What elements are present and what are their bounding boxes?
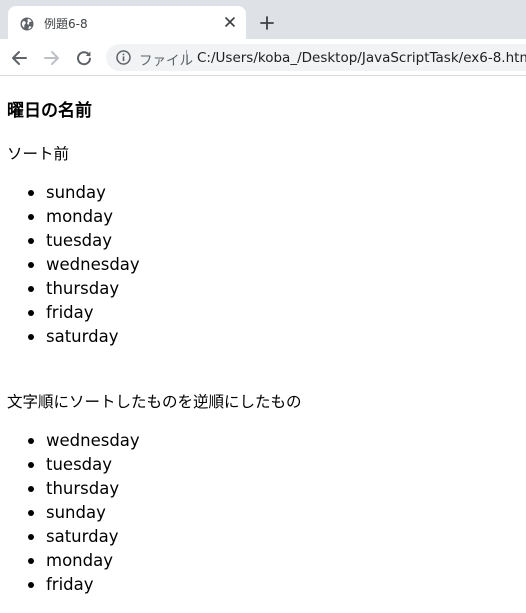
list-item: sunday (0, 501, 140, 525)
page-content: 曜日の名前 ソート前 sunday monday tuesday wednesd… (0, 76, 526, 613)
after-sort-list: wednesday tuesday thursday sunday saturd… (0, 429, 140, 597)
reload-icon[interactable] (74, 48, 94, 68)
list-item: monday (0, 205, 140, 229)
site-info-label[interactable]: ファイル (139, 49, 193, 69)
address-separator (186, 50, 187, 65)
arrow-right-icon[interactable] (42, 48, 62, 68)
list-item: monday (0, 549, 140, 573)
before-sort-list: sunday monday tuesday wednesday thursday… (0, 181, 140, 349)
tab-strip: 例題6-8 (0, 0, 526, 39)
plus-icon[interactable] (258, 14, 276, 32)
list-item: saturday (0, 325, 140, 349)
address-bar[interactable]: ファイル C:/Users/koba_/Desktop/JavaScriptTa… (106, 44, 526, 71)
list-item: thursday (0, 277, 140, 301)
browser-tab[interactable]: 例題6-8 (8, 6, 246, 39)
close-icon[interactable] (222, 14, 238, 30)
list-item: wednesday (0, 253, 140, 277)
list-item: tuesday (0, 453, 140, 477)
list-item: wednesday (0, 429, 140, 453)
info-icon[interactable] (116, 50, 131, 65)
before-sort-label: ソート前 (7, 145, 70, 163)
tab-title: 例題6-8 (44, 17, 88, 31)
list-item: friday (0, 301, 140, 325)
list-item: friday (0, 573, 140, 597)
list-item: tuesday (0, 229, 140, 253)
browser-window: 例題6-8 ファイル C:/Users/koba_/Desktop/JavaSc… (0, 0, 526, 613)
url-text[interactable]: C:/Users/koba_/Desktop/JavaScriptTask/ex… (197, 50, 526, 66)
page-heading: 曜日の名前 (7, 101, 92, 121)
list-item: saturday (0, 525, 140, 549)
after-sort-label: 文字順にソートしたものを逆順にしたもの (7, 393, 302, 411)
globe-icon (20, 16, 34, 31)
arrow-left-icon[interactable] (9, 48, 29, 68)
browser-toolbar: ファイル C:/Users/koba_/Desktop/JavaScriptTa… (0, 39, 526, 76)
list-item: thursday (0, 477, 140, 501)
list-item: sunday (0, 181, 140, 205)
